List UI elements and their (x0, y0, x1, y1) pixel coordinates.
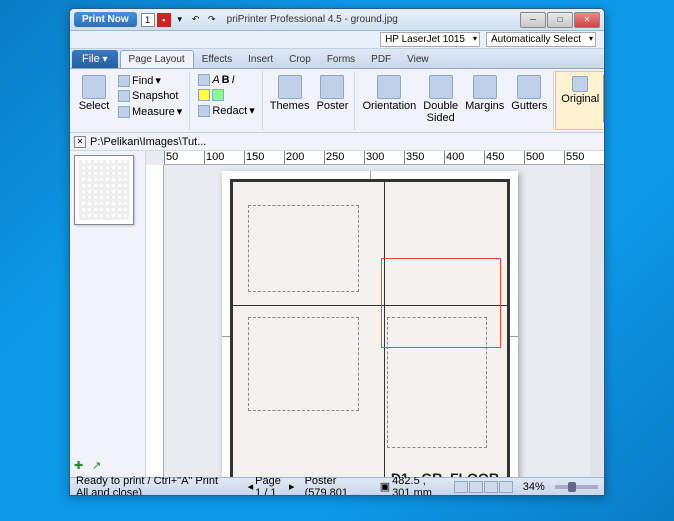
themes-button[interactable]: Themes (268, 73, 312, 114)
one-page-button[interactable]: One Page (603, 74, 605, 123)
floorplan-label: D1 - GR. FLOOR (391, 470, 499, 477)
orientation-button[interactable]: Orientation (360, 73, 418, 114)
ribbon-tabs: File ▾ Page Layout Effects Insert Crop F… (70, 49, 604, 69)
canvas[interactable]: 50100 150200 250300 350400 450500 550 (146, 151, 604, 477)
margins-icon (473, 75, 497, 99)
workspace: ✚ ↗ 50100 150200 250300 350400 450500 55… (70, 151, 604, 477)
ruler-icon (118, 106, 130, 118)
tab-effects[interactable]: Effects (194, 51, 240, 68)
paper-source-select[interactable]: Automatically Select (486, 32, 596, 47)
window-title: priPrinter Professional 4.5 - ground.jpg (223, 14, 516, 25)
camera-icon (118, 90, 130, 102)
status-ready: Ready to print / Ctrl+"A" Print All and … (76, 475, 228, 497)
redact-button[interactable]: Redact ▾ (195, 103, 257, 118)
printer-bar: HP LaserJet 1015 Automatically Select (70, 31, 604, 49)
document-path: P:\Pelikan\Images\Tut... (90, 136, 206, 148)
undo-icon[interactable]: ↶ (189, 13, 203, 27)
measure-button[interactable]: Measure ▾ (115, 104, 185, 119)
move-page-icon[interactable]: ↗ (92, 459, 106, 473)
tab-page-layout[interactable]: Page Layout (120, 50, 194, 68)
ribbon: Select Find ▾ Snapshot Measure ▾ A B I R… (70, 69, 604, 133)
poster-button[interactable]: Poster (314, 73, 350, 114)
themes-icon (278, 75, 302, 99)
page-counter: 1 (141, 13, 155, 27)
status-page: ◂ Page 1 / 1 ▸ (248, 475, 295, 497)
gutters-button[interactable]: Gutters (509, 73, 549, 114)
original-button[interactable]: Original (560, 74, 600, 107)
maximize-button[interactable]: □ (547, 12, 573, 28)
status-poster: Poster (579,801 ... (305, 475, 370, 497)
vertical-scrollbar[interactable] (590, 165, 604, 477)
floorplan-image: D1 - GR. FLOOR (230, 179, 510, 477)
redo-icon[interactable]: ↷ (205, 13, 219, 27)
close-doc-icon[interactable]: ✕ (74, 136, 86, 148)
double-sided-button[interactable]: Double Sided (421, 73, 460, 126)
status-coords: ▣ 482.5 , 301 mm (380, 475, 444, 497)
vertical-ruler (146, 165, 164, 477)
zoom-level: 34% (523, 481, 545, 493)
page-thumbnail[interactable] (74, 155, 134, 225)
tab-pdf[interactable]: PDF (363, 51, 399, 68)
selection-box (381, 258, 501, 348)
original-icon (572, 76, 588, 92)
horizontal-ruler: 50100 150200 250300 350400 450500 550 (164, 151, 604, 165)
orientation-icon (377, 75, 401, 99)
titlebar: Print Now 1 ▪ ▾ ↶ ↷ priPrinter Professio… (70, 9, 604, 31)
cursor-icon (82, 75, 106, 99)
highlight-button[interactable] (195, 88, 257, 102)
zoom-slider[interactable] (555, 485, 598, 489)
tab-insert[interactable]: Insert (240, 51, 281, 68)
select-button[interactable]: Select (76, 73, 112, 114)
minimize-button[interactable]: ─ (520, 12, 546, 28)
tab-forms[interactable]: Forms (319, 51, 363, 68)
file-tab[interactable]: File ▾ (72, 50, 118, 68)
printer-select[interactable]: HP LaserJet 1015 (380, 32, 480, 47)
font-style-buttons[interactable]: A B I (195, 73, 257, 87)
tab-crop[interactable]: Crop (281, 51, 319, 68)
find-button[interactable]: Find ▾ (115, 73, 185, 88)
duplex-icon (429, 75, 453, 99)
margins-button[interactable]: Margins (463, 73, 506, 114)
quick-access-toolbar: 1 ▪ ▾ ↶ ↷ (141, 13, 219, 27)
status-bar: Ready to print / Ctrl+"A" Print All and … (70, 477, 604, 495)
poster-icon (320, 75, 344, 99)
thumbnail-panel: ✚ ↗ (70, 151, 146, 477)
snapshot-button[interactable]: Snapshot (115, 89, 185, 103)
close-button[interactable]: ✕ (574, 12, 600, 28)
print-now-button[interactable]: Print Now (74, 12, 137, 27)
gutters-icon (517, 75, 541, 99)
tab-view[interactable]: View (399, 51, 437, 68)
find-icon (118, 75, 130, 87)
qat-dropdown-icon[interactable]: ▾ (173, 13, 187, 27)
app-window: Print Now 1 ▪ ▾ ↶ ↷ priPrinter Professio… (69, 8, 605, 496)
page-preview[interactable]: D1 - GR. FLOOR (222, 171, 518, 477)
view-mode-buttons[interactable] (454, 481, 513, 493)
pdf-icon[interactable]: ▪ (157, 13, 171, 27)
document-path-bar: ✕ P:\Pelikan\Images\Tut... (70, 133, 604, 151)
redact-icon (198, 105, 210, 117)
add-page-icon[interactable]: ✚ (74, 459, 88, 473)
